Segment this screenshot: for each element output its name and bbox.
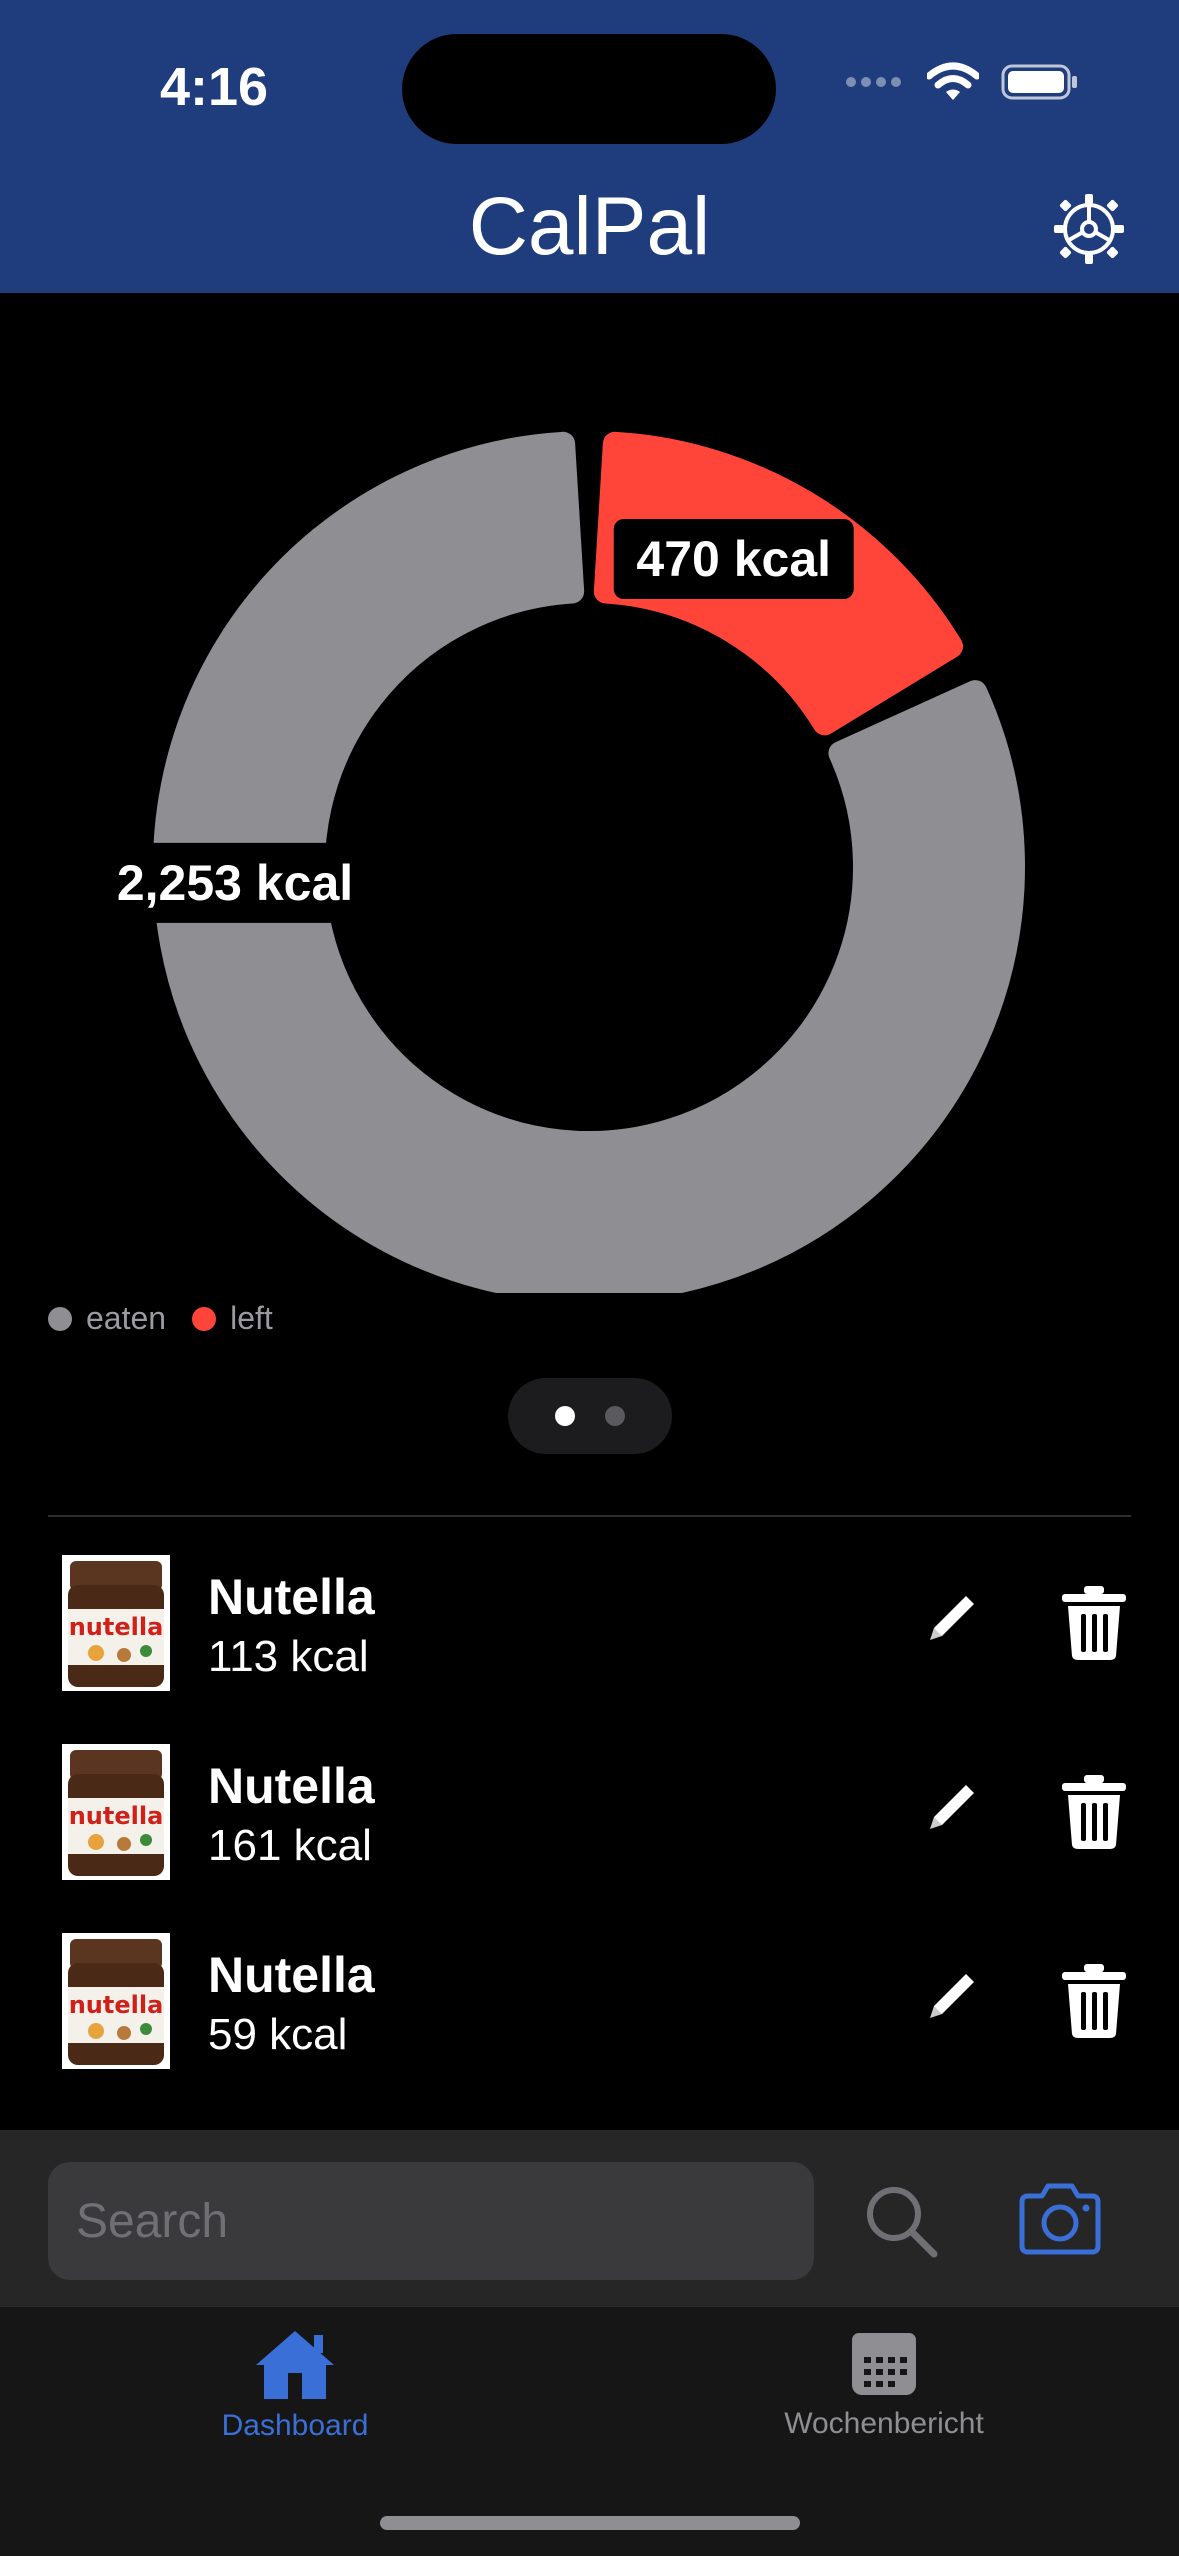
- food-thumbnail: nutella: [62, 1555, 170, 1691]
- legend-dot-left: [192, 1306, 217, 1331]
- page-dot-2[interactable]: [605, 1406, 625, 1426]
- edit-button[interactable]: [920, 1968, 980, 2028]
- search-icon: [867, 2187, 938, 2258]
- wifi-icon: [927, 62, 979, 100]
- legend-item-left: left: [192, 1300, 273, 1337]
- page-dot-1[interactable]: [555, 1406, 575, 1426]
- pencil-icon: [930, 1596, 974, 1640]
- svg-text:nutella: nutella: [69, 1613, 164, 1641]
- food-list-item[interactable]: nutella Nutella 59 kcal: [0, 1918, 1179, 2088]
- food-thumbnail: nutella: [62, 1933, 170, 2069]
- tab-dashboard-label: Dashboard: [221, 2409, 369, 2442]
- slice-label-text-eaten: 2,253 kcal: [117, 855, 353, 911]
- calendar-icon: [852, 2333, 916, 2395]
- slice-label-eaten: 2,253 kcal: [88, 842, 383, 923]
- slice-label-left: 470 kcal: [613, 518, 854, 599]
- legend-label-left: left: [230, 1300, 273, 1336]
- svg-text:nutella: nutella: [69, 1802, 164, 1830]
- page-indicator[interactable]: [508, 1378, 672, 1454]
- search-bar: [0, 2130, 1179, 2306]
- legend-dot-eaten: [48, 1306, 72, 1331]
- settings-button[interactable]: [1052, 192, 1126, 266]
- gear-icon: [1054, 194, 1124, 264]
- divider: [48, 1515, 1131, 1517]
- food-thumbnail: nutella: [62, 1744, 170, 1880]
- app-title: CalPal: [468, 181, 711, 272]
- nutella-jar-image: nutella: [62, 1744, 170, 1880]
- nutella-jar-image: nutella: [62, 1555, 170, 1691]
- food-kcal: 59 kcal: [208, 2010, 348, 2059]
- nutella-jar-image: nutella: [62, 1933, 170, 2069]
- svg-text:nutella: nutella: [69, 1991, 164, 2019]
- food-name: Nutella: [208, 1947, 375, 2003]
- trash-icon: [1062, 1586, 1126, 1660]
- status-time: 4:16: [160, 57, 269, 117]
- status-icons: [845, 62, 1079, 102]
- food-name: Nutella: [208, 1758, 375, 1814]
- tab-wochenbericht-label: Wochenbericht: [784, 2407, 984, 2440]
- food-kcal: 113 kcal: [208, 1632, 369, 1681]
- edit-button[interactable]: [920, 1590, 980, 1650]
- food-list-item[interactable]: nutella Nutella 113 kcal: [0, 1540, 1179, 1710]
- tab-wochenbericht[interactable]: Wochenbericht: [734, 2327, 1034, 2477]
- edit-button[interactable]: [920, 1779, 980, 1839]
- signal-icon: [846, 77, 901, 87]
- search-button[interactable]: [862, 2182, 942, 2262]
- food-list-item[interactable]: nutella Nutella 161 kcal: [0, 1729, 1179, 1899]
- battery-icon: [1001, 64, 1077, 100]
- chart-legend: eaten left: [48, 1300, 273, 1337]
- house-icon: [256, 2331, 334, 2399]
- delete-button[interactable]: [1058, 1773, 1130, 1851]
- delete-button[interactable]: [1058, 1962, 1130, 2040]
- food-name: Nutella: [208, 1569, 375, 1625]
- camera-icon: [1019, 2183, 1101, 2255]
- camera-button[interactable]: [1016, 2182, 1104, 2258]
- pencil-icon: [930, 1974, 974, 2018]
- donut-chart: 470 kcal 2,253 kcal: [88, 431, 1025, 1293]
- app-header: 4:16 CalPal: [0, 0, 1179, 293]
- delete-button[interactable]: [1058, 1584, 1130, 1662]
- dynamic-island: [402, 34, 776, 144]
- legend-item-eaten: eaten: [48, 1300, 166, 1337]
- pencil-icon: [930, 1785, 974, 1829]
- trash-icon: [1062, 1964, 1126, 2038]
- legend-label-eaten: eaten: [86, 1300, 167, 1336]
- search-input[interactable]: [48, 2162, 814, 2280]
- trash-icon: [1062, 1775, 1126, 1849]
- slice-label-text-left: 470 kcal: [636, 531, 831, 587]
- home-indicator: [380, 2516, 800, 2530]
- tab-dashboard[interactable]: Dashboard: [145, 2327, 445, 2477]
- food-kcal: 161 kcal: [208, 1821, 372, 1870]
